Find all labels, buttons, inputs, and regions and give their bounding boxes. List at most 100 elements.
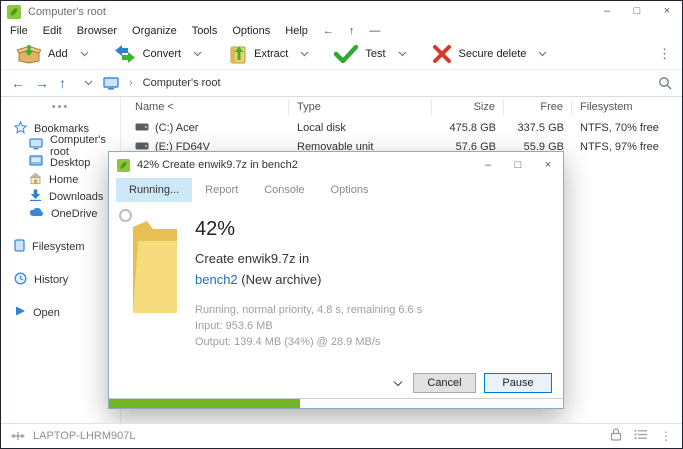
test-checkmark-icon	[334, 45, 358, 63]
more-options-chevron-icon[interactable]	[391, 378, 405, 389]
app-logo-icon	[7, 5, 21, 19]
menu-options[interactable]: Options	[232, 25, 270, 37]
convert-icon	[114, 44, 136, 64]
cancel-button[interactable]: Cancel	[413, 373, 476, 393]
menu-organize[interactable]: Organize	[132, 25, 177, 37]
minimize-button[interactable]: –	[592, 1, 622, 22]
close-button[interactable]: ×	[652, 1, 682, 22]
tab-report[interactable]: Report	[192, 178, 251, 202]
extract-label: Extract	[254, 48, 288, 60]
forward-button[interactable]: →	[35, 76, 49, 90]
window-controls: – □ ×	[592, 1, 682, 22]
sidebar-more[interactable]: •••	[1, 101, 120, 113]
sidebar-item-label: Desktop	[50, 157, 90, 169]
pause-button[interactable]: Pause	[484, 373, 552, 393]
close-button[interactable]: ×	[533, 152, 563, 178]
column-header-type[interactable]: Type	[289, 100, 432, 115]
progress-bar-fill	[109, 399, 300, 408]
column-header-filesystem[interactable]: Filesystem	[572, 100, 682, 115]
computer-name: LAPTOP-LHRM907L	[33, 430, 136, 442]
history-clock-icon	[14, 272, 27, 288]
minimize-button[interactable]: –	[473, 152, 503, 178]
chevron-down-icon[interactable]	[80, 51, 89, 57]
open-triangle-icon	[14, 305, 26, 320]
back-button[interactable]: ←	[11, 76, 25, 90]
desktop-icon	[29, 155, 43, 170]
lock-icon[interactable]	[610, 428, 622, 444]
extract-button[interactable]: Extract	[219, 41, 317, 67]
sidebar-item-label: Home	[49, 174, 78, 186]
add-archive-icon	[17, 44, 41, 64]
drive-icon	[135, 122, 149, 134]
target-archive-link[interactable]: bench2	[195, 272, 238, 287]
sidebar-item-home[interactable]: Home	[1, 171, 120, 188]
sidebar-item-onedrive[interactable]: OneDrive	[1, 205, 120, 222]
sidebar-item-label: OneDrive	[51, 208, 97, 220]
drive-type: Local disk	[289, 122, 432, 134]
progress-percent-label: 42%	[195, 218, 422, 241]
secure-delete-button[interactable]: Secure delete	[424, 42, 556, 66]
extract-icon	[227, 44, 247, 64]
address-bar: ← → ↑ › Computer's root	[1, 70, 682, 97]
toolbar-overflow-icon[interactable]: ⋮	[658, 46, 672, 62]
breadcrumb[interactable]: Computer's root	[143, 77, 221, 89]
search-icon[interactable]	[658, 76, 672, 90]
dialog-tabs: Running... Report Console Options	[109, 178, 563, 202]
computer-icon	[103, 77, 119, 90]
chevron-down-icon[interactable]	[193, 51, 202, 57]
menu-tools[interactable]: Tools	[192, 25, 218, 37]
dialog-progress-text: 42% Create enwik9.7z in bench2 (New arch…	[195, 218, 422, 350]
status-bar: LAPTOP-LHRM907L ⋮	[1, 423, 682, 448]
convert-button[interactable]: Convert	[106, 41, 211, 67]
target-suffix: (New archive)	[238, 272, 322, 287]
up-button[interactable]: ↑	[59, 76, 66, 90]
column-header-free[interactable]: Free	[504, 100, 572, 115]
chevron-down-icon[interactable]	[300, 51, 309, 57]
maximize-button[interactable]: □	[503, 152, 533, 178]
sidebar-item-open[interactable]: Open	[1, 304, 120, 321]
dialog-titlebar: 42% Create enwik9.7z in bench2 – □ ×	[109, 152, 563, 178]
menu-up-arrow[interactable]: ↑	[349, 25, 355, 37]
tab-running[interactable]: Running...	[116, 178, 192, 202]
chevron-down-icon[interactable]	[398, 51, 407, 57]
star-icon	[14, 121, 27, 137]
drive-filesystem: NTFS, 70% free	[572, 122, 682, 134]
menu-back-arrow[interactable]: ←	[323, 25, 334, 37]
add-label: Add	[48, 48, 68, 60]
chevron-down-icon[interactable]	[538, 51, 547, 57]
main-toolbar: Add Convert Extract Test Secure delete ⋮	[1, 39, 682, 70]
tab-options[interactable]: Options	[318, 178, 382, 202]
tab-console[interactable]: Console	[251, 178, 317, 202]
downloads-icon	[29, 189, 42, 204]
statusbar-overflow-icon[interactable]: ⋮	[660, 429, 672, 443]
target-line: bench2 (New archive)	[195, 272, 422, 287]
window-title: Computer's root	[28, 6, 106, 18]
sidebar-item-computers-root[interactable]: Computer's root	[1, 137, 120, 154]
dialog-buttons: Cancel Pause	[391, 373, 552, 393]
column-header-size[interactable]: Size	[432, 100, 504, 115]
menu-file[interactable]: File	[10, 25, 28, 37]
menu-edit[interactable]: Edit	[43, 25, 62, 37]
table-row[interactable]: (C:) Acer Local disk 475.8 GB 337.5 GB N…	[121, 118, 682, 137]
sidebar-item-downloads[interactable]: Downloads	[1, 188, 120, 205]
sidebar-item-label: Downloads	[49, 191, 103, 203]
address-dropdown-icon[interactable]	[84, 80, 93, 86]
menu-bar: File Edit Browser Organize Tools Options…	[1, 22, 682, 39]
menu-help[interactable]: Help	[285, 25, 308, 37]
output-line: Output: 139.4 MB (34%) @ 28.9 MB/s	[195, 334, 422, 350]
test-button[interactable]: Test	[326, 42, 414, 66]
sidebar-item-history[interactable]: History	[1, 271, 120, 288]
maximize-button[interactable]: □	[622, 1, 652, 22]
progress-bar	[109, 398, 563, 408]
list-view-icon[interactable]	[634, 429, 648, 443]
convert-label: Convert	[143, 48, 182, 60]
column-header-name[interactable]: Name <	[121, 100, 289, 115]
sidebar-item-filesystem[interactable]: Filesystem	[1, 238, 120, 255]
filesystem-icon	[14, 239, 25, 255]
menu-browser[interactable]: Browser	[77, 25, 117, 37]
add-button[interactable]: Add	[9, 41, 97, 67]
dialog-body: 42% Create enwik9.7z in bench2 (New arch…	[109, 202, 563, 408]
menu-dash[interactable]: —	[369, 25, 380, 37]
breadcrumb-separator: ›	[129, 77, 133, 89]
window-titlebar: Computer's root – □ ×	[1, 1, 682, 22]
